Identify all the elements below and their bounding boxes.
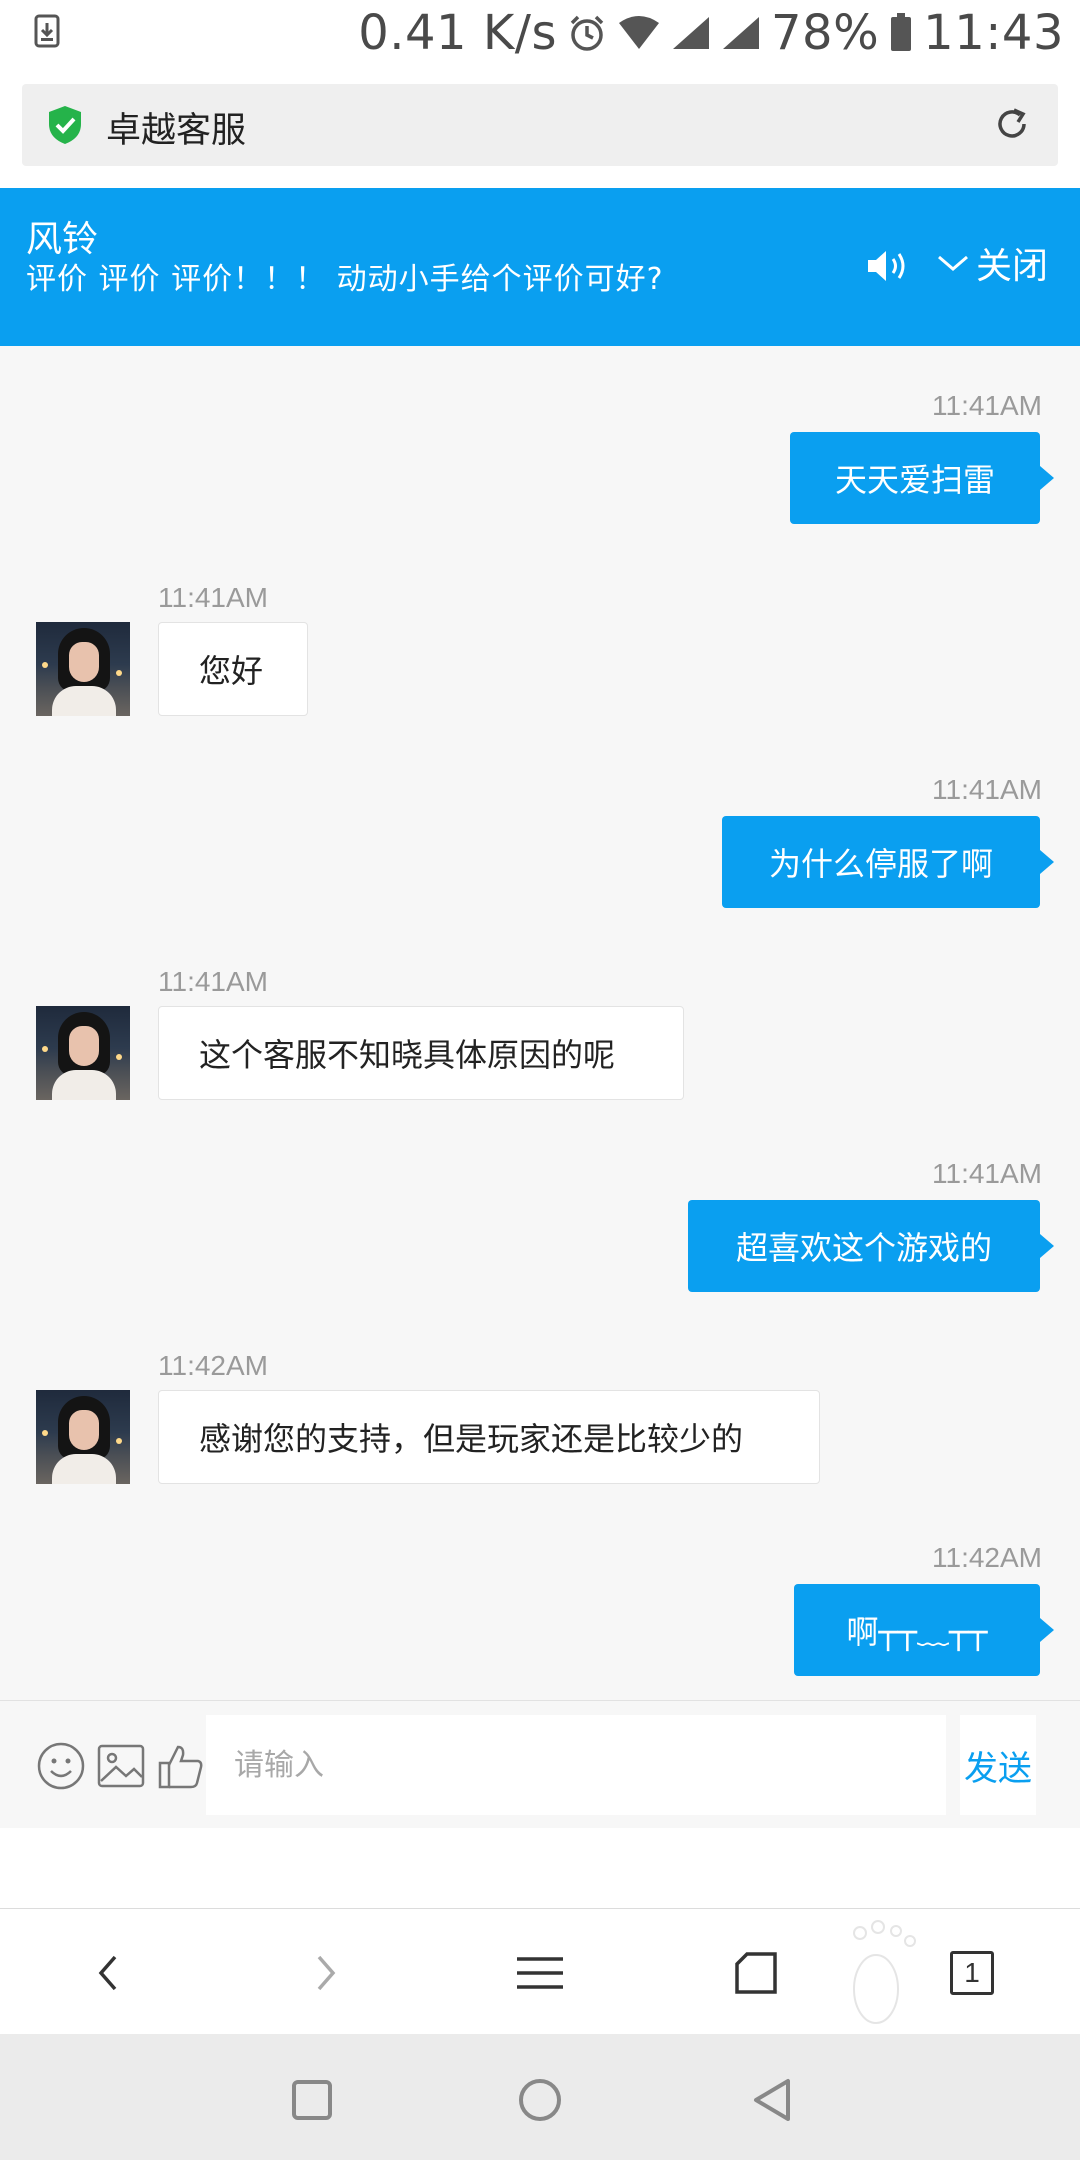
battery-icon — [891, 13, 912, 51]
emoji-icon[interactable] — [36, 1741, 86, 1791]
avatar[interactable] — [36, 1390, 130, 1484]
incoming-message[interactable]: 感谢您的支持，但是玩家还是比较少的 — [158, 1390, 820, 1484]
avatar[interactable] — [36, 1006, 130, 1100]
message-timestamp: 11:42AM — [932, 1542, 1042, 1573]
avatar-body — [52, 686, 116, 716]
avatar-face — [69, 1410, 99, 1450]
nav-recent-icon — [292, 2080, 332, 2120]
reload-icon[interactable] — [992, 104, 1032, 144]
input-tools — [36, 1741, 206, 1791]
signal-icon — [722, 17, 759, 49]
status-bar: 0.41 K/s 78% 11:43 — [0, 0, 1080, 66]
outgoing-message[interactable]: 超喜欢这个游戏的 — [688, 1200, 1054, 1292]
avatar[interactable] — [36, 622, 130, 716]
incoming-message[interactable]: 您好 — [158, 622, 308, 716]
nav-back-icon — [754, 2079, 790, 2121]
message-timestamp: 11:41AM — [932, 774, 1042, 805]
signal-icon — [672, 17, 709, 49]
notice-text: 评价 评价 评价！！！ 动动小手给个评价可好? — [26, 262, 664, 297]
avatar-face — [69, 1026, 99, 1066]
tabs-button[interactable]: 1 — [940, 1941, 1004, 2005]
avatar-body — [52, 1454, 116, 1484]
nav-home-icon — [519, 2079, 561, 2121]
avatar-face — [69, 642, 99, 682]
message-timestamp: 11:41AM — [158, 966, 268, 997]
outgoing-message[interactable]: 为什么停服了啊 — [722, 816, 1054, 908]
outgoing-message[interactable]: 天天爱扫雷 — [790, 432, 1054, 524]
network-speed: 0.41 K/s — [358, 5, 557, 61]
clock: 11:43 — [923, 5, 1064, 61]
nav-back-button[interactable] — [744, 2072, 800, 2128]
avatar-body — [52, 1070, 116, 1100]
avatar-light — [42, 1430, 48, 1436]
avatar-light — [116, 1054, 122, 1060]
close-label: 关闭 — [976, 246, 1049, 287]
home-button[interactable] — [724, 1941, 788, 2005]
image-icon[interactable] — [96, 1741, 146, 1791]
outgoing-message[interactable]: 啊┬┬﹏┬┬ — [794, 1584, 1054, 1676]
wifi-icon — [618, 16, 659, 49]
menu-button[interactable] — [508, 1941, 572, 2005]
thumbs-up-icon[interactable] — [156, 1741, 206, 1791]
system-nav-bar — [0, 2034, 1080, 2160]
chevron-down-icon — [938, 255, 968, 271]
alarm-icon — [570, 15, 604, 51]
browser-toolbar: 1 — [0, 1908, 1080, 2035]
avatar-light — [42, 1046, 48, 1052]
nav-recent-button[interactable] — [284, 2072, 340, 2128]
back-button[interactable] — [76, 1941, 140, 2005]
message-timestamp: 11:42AM — [158, 1350, 268, 1381]
forward-button[interactable] — [294, 1941, 358, 2005]
avatar-light — [116, 670, 122, 676]
message-timestamp: 11:41AM — [158, 582, 268, 613]
avatar-light — [116, 1438, 122, 1444]
page-blank-area — [0, 1828, 1080, 1908]
avatar-light — [42, 662, 48, 668]
send-button[interactable]: 发送 — [960, 1715, 1036, 1815]
tabs-icon: 1 — [950, 1951, 994, 1995]
close-banner-button[interactable]: 关闭 — [936, 238, 1048, 288]
chat-area[interactable]: 11:41AM 天天爱扫雷 11:41AM 您好 11:41AM 为什么停服了啊… — [0, 346, 1080, 1700]
speaker-icon[interactable] — [866, 248, 914, 284]
footprint-watermark-icon — [853, 1920, 916, 2024]
battery-percent: 78% — [770, 5, 880, 61]
message-timestamp: 11:41AM — [932, 1158, 1042, 1189]
home-icon — [735, 1952, 777, 1994]
back-icon — [98, 1955, 117, 1991]
menu-icon — [517, 1957, 563, 1989]
message-input[interactable] — [206, 1715, 946, 1815]
url-bar-container: 卓越客服 — [0, 66, 1080, 188]
url-bar[interactable]: 卓越客服 — [22, 84, 1058, 166]
download-notification-icon — [34, 14, 60, 48]
forward-icon — [317, 1955, 336, 1991]
nav-home-button[interactable] — [512, 2072, 568, 2128]
page-title: 卓越客服 — [106, 111, 247, 151]
message-input-bar: 发送 — [0, 1700, 1080, 1829]
incoming-message[interactable]: 这个客服不知晓具体原因的呢 — [158, 1006, 684, 1100]
notice-banner: 风铃 评价 评价 评价！！！ 动动小手给个评价可好? 关闭 — [0, 188, 1080, 346]
message-timestamp: 11:41AM — [932, 390, 1042, 421]
shield-check-icon — [49, 106, 81, 144]
